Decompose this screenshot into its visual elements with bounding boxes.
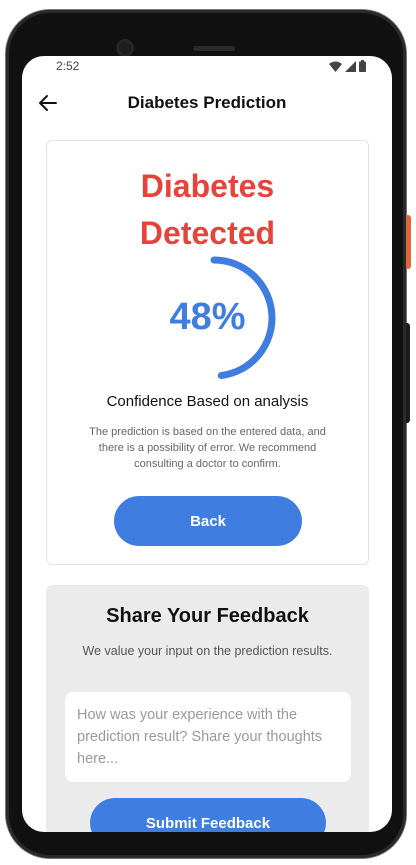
app-bar: Diabetes Prediction xyxy=(22,86,392,120)
front-camera xyxy=(116,39,134,57)
status-icons xyxy=(329,60,366,72)
submit-feedback-button[interactable]: Submit Feedback xyxy=(90,798,326,832)
feedback-card: Share Your Feedback We value your input … xyxy=(46,585,369,832)
power-button xyxy=(406,215,411,269)
wifi-icon xyxy=(329,61,342,72)
result-title-line2: Detected xyxy=(139,215,276,251)
screen: 2:52 Diabetes Prediction Diabetes Detect… xyxy=(22,56,392,832)
signal-icon xyxy=(345,60,356,72)
earpiece-speaker xyxy=(193,46,235,51)
volume-button xyxy=(406,323,410,423)
confidence-label: Confidence Based on analysis xyxy=(106,393,309,410)
status-time: 2:52 xyxy=(56,59,80,73)
result-title-line1: Diabetes xyxy=(140,168,275,204)
result-card: Diabetes Detected 48% Confidence Based o… xyxy=(46,140,369,565)
battery-icon xyxy=(359,60,366,72)
status-bar: 2:52 xyxy=(22,56,392,78)
feedback-subtitle: We value your input on the prediction re… xyxy=(82,644,333,658)
feedback-input[interactable] xyxy=(65,692,351,782)
result-title: Diabetes Detected xyxy=(47,163,368,257)
back-button[interactable]: Back xyxy=(114,496,302,546)
page-title: Diabetes Prediction xyxy=(127,93,287,112)
confidence-value: 48% xyxy=(169,296,246,338)
feedback-title: Share Your Feedback xyxy=(106,605,309,627)
disclaimer-text: The prediction is based on the entered d… xyxy=(89,426,326,470)
